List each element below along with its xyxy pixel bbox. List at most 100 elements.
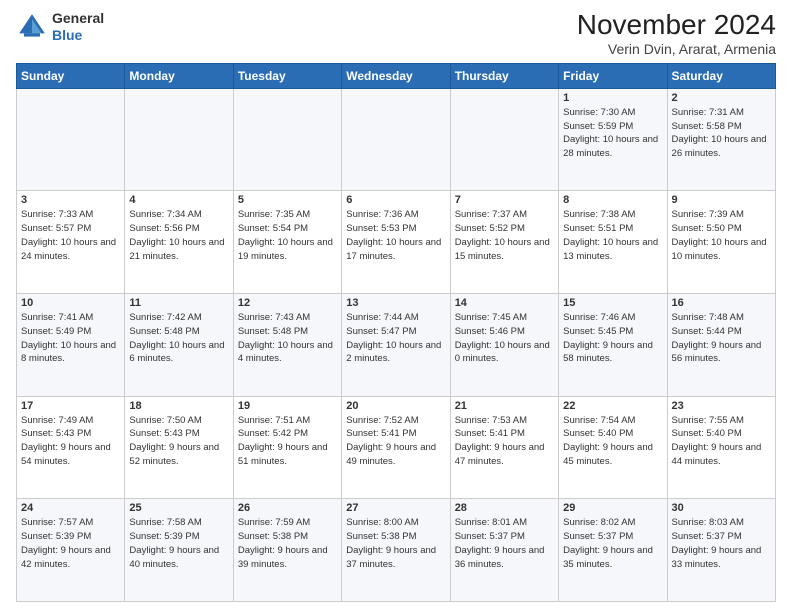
day-number: 20: [346, 400, 445, 412]
location: Verin Dvin, Ararat, Armenia: [577, 41, 776, 57]
day-cell: 26Sunrise: 7:59 AM Sunset: 5:38 PM Dayli…: [233, 499, 341, 602]
day-number: 25: [129, 502, 228, 514]
day-number: 17: [21, 400, 120, 412]
weekday-row: SundayMondayTuesdayWednesdayThursdayFrid…: [17, 63, 776, 88]
day-cell: 4 Sunrise: 7:34 AM Sunset: 5:56 PM Daylig…: [125, 191, 233, 294]
day-info: Sunrise: 7:46 AM Sunset: 5:45 PM Dayligh…: [563, 311, 662, 366]
day-info: Sunrise: 7:51 AM Sunset: 5:42 PM Dayligh…: [238, 414, 337, 469]
header: General Blue November 2024 Verin Dvin, A…: [16, 10, 776, 57]
day-info: Sunrise: 7:45 AM Sunset: 5:46 PM Dayligh…: [455, 311, 554, 366]
day-number: 30: [672, 502, 771, 514]
day-cell: 11Sunrise: 7:42 AM Sunset: 5:48 PM Dayli…: [125, 294, 233, 397]
day-number: 4: [129, 194, 228, 206]
day-number: 9: [672, 194, 771, 206]
day-cell: 9 Sunrise: 7:39 AM Sunset: 5:50 PM Daylig…: [667, 191, 775, 294]
day-number: 22: [563, 400, 662, 412]
logo-general: General: [52, 10, 104, 26]
day-info: Sunrise: 7:52 AM Sunset: 5:41 PM Dayligh…: [346, 414, 445, 469]
day-number: 6: [346, 194, 445, 206]
day-cell: 24 Sunrise: 7:57 AM Sunset: 5:39 PM Dayli…: [17, 499, 125, 602]
day-number: 12: [238, 297, 337, 309]
day-cell: 25 Sunrise: 7:58 AM Sunset: 5:39 PM Dayli…: [125, 499, 233, 602]
day-number: 11: [129, 297, 228, 309]
day-info: Sunrise: 7:44 AM Sunset: 5:47 PM Dayligh…: [346, 311, 445, 366]
calendar-header: SundayMondayTuesdayWednesdayThursdayFrid…: [17, 63, 776, 88]
day-cell: 29Sunrise: 8:02 AM Sunset: 5:37 PM Dayli…: [559, 499, 667, 602]
day-number: 13: [346, 297, 445, 309]
week-row-3: 10 Sunrise: 7:41 AM Sunset: 5:49 PM Dayli…: [17, 294, 776, 397]
weekday-header-wednesday: Wednesday: [342, 63, 450, 88]
day-info: Sunrise: 7:33 AM Sunset: 5:57 PM Dayligh…: [21, 208, 120, 263]
day-cell: 2 Sunrise: 7:31 AM Sunset: 5:58 PM Daylig…: [667, 88, 775, 191]
day-cell: 1Sunrise: 7:30 AM Sunset: 5:59 PM Daylig…: [559, 88, 667, 191]
calendar-body: 1Sunrise: 7:30 AM Sunset: 5:59 PM Daylig…: [17, 88, 776, 601]
week-row-1: 1Sunrise: 7:30 AM Sunset: 5:59 PM Daylig…: [17, 88, 776, 191]
day-cell: 27 Sunrise: 8:00 AM Sunset: 5:38 PM Dayli…: [342, 499, 450, 602]
day-info: Sunrise: 7:50 AM Sunset: 5:43 PM Dayligh…: [129, 414, 228, 469]
day-info: Sunrise: 7:54 AM Sunset: 5:40 PM Dayligh…: [563, 414, 662, 469]
day-number: 21: [455, 400, 554, 412]
day-number: 29: [563, 502, 662, 514]
day-info: Sunrise: 7:53 AM Sunset: 5:41 PM Dayligh…: [455, 414, 554, 469]
logo: General Blue: [16, 10, 104, 44]
page: General Blue November 2024 Verin Dvin, A…: [0, 0, 792, 612]
day-info: Sunrise: 8:00 AM Sunset: 5:38 PM Dayligh…: [346, 516, 445, 571]
weekday-header-saturday: Saturday: [667, 63, 775, 88]
weekday-header-friday: Friday: [559, 63, 667, 88]
day-cell: [125, 88, 233, 191]
day-cell: [233, 88, 341, 191]
day-info: Sunrise: 7:58 AM Sunset: 5:39 PM Dayligh…: [129, 516, 228, 571]
weekday-header-thursday: Thursday: [450, 63, 558, 88]
day-cell: 6Sunrise: 7:36 AM Sunset: 5:53 PM Daylig…: [342, 191, 450, 294]
day-cell: 8Sunrise: 7:38 AM Sunset: 5:51 PM Daylig…: [559, 191, 667, 294]
day-number: 10: [21, 297, 120, 309]
day-info: Sunrise: 7:55 AM Sunset: 5:40 PM Dayligh…: [672, 414, 771, 469]
weekday-header-monday: Monday: [125, 63, 233, 88]
day-cell: 30Sunrise: 8:03 AM Sunset: 5:37 PM Dayli…: [667, 499, 775, 602]
day-cell: [17, 88, 125, 191]
logo-icon: [16, 11, 48, 43]
day-number: 24: [21, 502, 120, 514]
day-cell: [342, 88, 450, 191]
day-info: Sunrise: 7:31 AM Sunset: 5:58 PM Dayligh…: [672, 106, 771, 161]
day-cell: [450, 88, 558, 191]
logo-text: General Blue: [52, 10, 104, 44]
day-info: Sunrise: 7:35 AM Sunset: 5:54 PM Dayligh…: [238, 208, 337, 263]
day-cell: 22 Sunrise: 7:54 AM Sunset: 5:40 PM Dayli…: [559, 396, 667, 499]
day-cell: 16Sunrise: 7:48 AM Sunset: 5:44 PM Dayli…: [667, 294, 775, 397]
day-number: 19: [238, 400, 337, 412]
day-info: Sunrise: 7:39 AM Sunset: 5:50 PM Dayligh…: [672, 208, 771, 263]
day-number: 8: [563, 194, 662, 206]
day-info: Sunrise: 7:57 AM Sunset: 5:39 PM Dayligh…: [21, 516, 120, 571]
month-title: November 2024: [577, 10, 776, 41]
day-number: 14: [455, 297, 554, 309]
day-number: 27: [346, 502, 445, 514]
title-block: November 2024 Verin Dvin, Ararat, Armeni…: [577, 10, 776, 57]
calendar-table: SundayMondayTuesdayWednesdayThursdayFrid…: [16, 63, 776, 602]
day-cell: 28 Sunrise: 8:01 AM Sunset: 5:37 PM Dayli…: [450, 499, 558, 602]
day-number: 2: [672, 92, 771, 104]
day-cell: 20 Sunrise: 7:52 AM Sunset: 5:41 PM Dayli…: [342, 396, 450, 499]
day-cell: 10 Sunrise: 7:41 AM Sunset: 5:49 PM Dayli…: [17, 294, 125, 397]
day-info: Sunrise: 7:48 AM Sunset: 5:44 PM Dayligh…: [672, 311, 771, 366]
day-cell: 19 Sunrise: 7:51 AM Sunset: 5:42 PM Dayli…: [233, 396, 341, 499]
day-info: Sunrise: 8:01 AM Sunset: 5:37 PM Dayligh…: [455, 516, 554, 571]
day-cell: 5 Sunrise: 7:35 AM Sunset: 5:54 PM Daylig…: [233, 191, 341, 294]
day-info: Sunrise: 7:43 AM Sunset: 5:48 PM Dayligh…: [238, 311, 337, 366]
day-cell: 15Sunrise: 7:46 AM Sunset: 5:45 PM Dayli…: [559, 294, 667, 397]
day-info: Sunrise: 7:34 AM Sunset: 5:56 PM Dayligh…: [129, 208, 228, 263]
day-info: Sunrise: 7:37 AM Sunset: 5:52 PM Dayligh…: [455, 208, 554, 263]
week-row-2: 3Sunrise: 7:33 AM Sunset: 5:57 PM Daylig…: [17, 191, 776, 294]
day-number: 18: [129, 400, 228, 412]
day-cell: 18 Sunrise: 7:50 AM Sunset: 5:43 PM Dayli…: [125, 396, 233, 499]
day-info: Sunrise: 7:59 AM Sunset: 5:38 PM Dayligh…: [238, 516, 337, 571]
day-number: 28: [455, 502, 554, 514]
day-info: Sunrise: 7:41 AM Sunset: 5:49 PM Dayligh…: [21, 311, 120, 366]
day-cell: 13 Sunrise: 7:44 AM Sunset: 5:47 PM Dayli…: [342, 294, 450, 397]
day-cell: 3Sunrise: 7:33 AM Sunset: 5:57 PM Daylig…: [17, 191, 125, 294]
logo-blue: Blue: [52, 27, 82, 43]
weekday-header-sunday: Sunday: [17, 63, 125, 88]
day-number: 23: [672, 400, 771, 412]
day-number: 5: [238, 194, 337, 206]
day-cell: 7Sunrise: 7:37 AM Sunset: 5:52 PM Daylig…: [450, 191, 558, 294]
